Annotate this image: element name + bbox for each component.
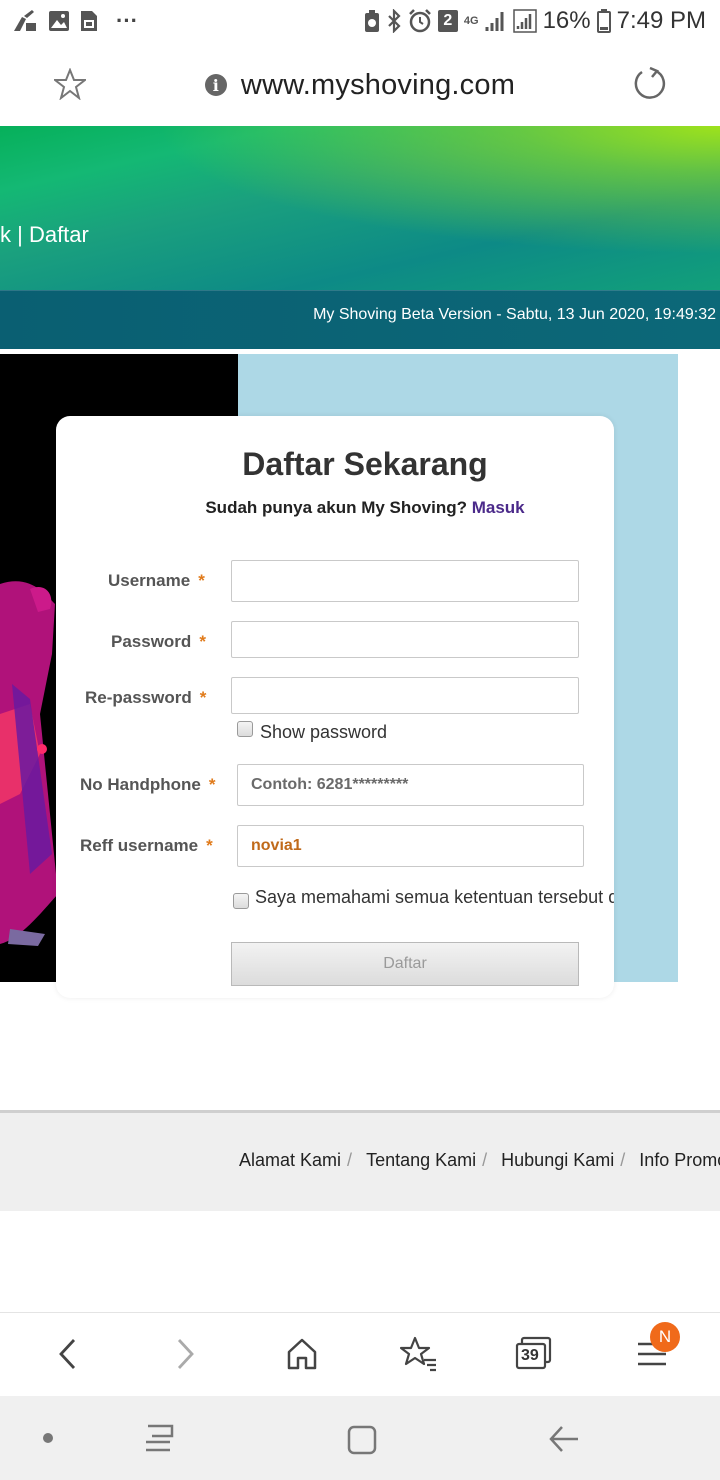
username-label-text: Username <box>108 571 191 590</box>
menu-badge: N <box>650 1322 680 1352</box>
alarm-icon <box>408 9 431 33</box>
status-left-icons: ··· <box>12 8 138 34</box>
url-text: www.myshoving.com <box>240 68 516 101</box>
system-navigation-bar <box>0 1396 720 1480</box>
battery-saver-icon <box>364 10 379 32</box>
back-icon[interactable] <box>48 1334 88 1374</box>
required-mark: * <box>206 836 213 855</box>
password-label-text: Password <box>111 632 192 651</box>
username-label: Username * <box>108 571 205 591</box>
battery-percent: 16% <box>542 7 591 34</box>
reff-label: Reff username * <box>80 836 213 856</box>
gallery-icon <box>49 11 69 31</box>
repassword-input[interactable] <box>231 677 579 714</box>
reff-input[interactable]: novia1 <box>237 825 584 867</box>
footer-links: Alamat Kami / Tentang Kami / Hubungi Kami / In… <box>239 1150 720 1171</box>
form-title: Daftar Sekarang <box>242 446 488 482</box>
cleaner-icon <box>14 10 36 31</box>
required-mark: * <box>198 571 205 590</box>
browser-toolbar <box>0 1312 720 1397</box>
password-input[interactable] <box>231 621 579 658</box>
form-subtitle: Sudah punya akun My Shoving? Masuk <box>56 498 674 518</box>
site-info-icon[interactable]: i <box>204 74 227 96</box>
footer-link-hubungi[interactable]: Hubungi Kami <box>501 1150 614 1170</box>
tabs-icon[interactable]: 39 <box>514 1334 554 1374</box>
password-label: Password * <box>111 632 206 652</box>
recents-icon[interactable] <box>144 1422 178 1454</box>
required-mark: * <box>199 688 207 707</box>
notification-count-icon: 2 <box>437 10 458 32</box>
footer-separator: / <box>482 1150 488 1170</box>
footer-link-tentang[interactable]: Tentang Kami <box>366 1150 476 1170</box>
phone-input[interactable]: Contoh: 6281********* <box>237 764 584 806</box>
battery-icon <box>596 9 611 33</box>
username-input[interactable] <box>231 560 579 602</box>
signal-2-icon <box>512 9 537 33</box>
subtitle-text: Sudah punya akun My Shoving? <box>205 498 467 517</box>
footer-separator: / <box>620 1150 626 1170</box>
home-icon[interactable] <box>282 1334 322 1374</box>
signal-icon <box>485 12 504 31</box>
network-type: 4G <box>463 14 479 27</box>
home-button-icon[interactable] <box>346 1424 378 1456</box>
status-bar: ··· 2 4G 16% 7:49 PM <box>0 0 720 44</box>
system-back-icon[interactable] <box>548 1424 580 1454</box>
phone-label: No Handphone * <box>80 775 216 795</box>
status-right: 2 4G 16% 7:49 PM <box>364 6 706 36</box>
reload-icon[interactable] <box>632 66 668 102</box>
submit-button[interactable]: Daftar <box>231 942 579 986</box>
tabs-count: 39 <box>521 1347 539 1364</box>
show-password-checkbox[interactable] <box>237 721 253 737</box>
assistant-dot-icon[interactable] <box>42 1432 54 1444</box>
address-field[interactable]: i www.myshoving.com <box>0 44 720 126</box>
terms-checkbox[interactable] <box>233 893 249 909</box>
footer-link-promo[interactable]: Info Promo <box>639 1150 720 1170</box>
forward-icon[interactable] <box>165 1334 205 1374</box>
phone-label-text: No Handphone <box>80 775 201 794</box>
reff-value: novia1 <box>251 837 302 854</box>
bookmarks-icon[interactable] <box>399 1334 439 1374</box>
required-mark: * <box>208 775 216 794</box>
terms-label[interactable]: Saya memahami semua ketentuan tersebut d… <box>255 887 614 908</box>
header-nav-links[interactable]: k | Daftar <box>0 222 89 248</box>
clock: 7:49 PM <box>616 7 706 34</box>
browser-url-bar: i www.myshoving.com <box>0 44 720 127</box>
bluetooth-icon <box>388 9 401 33</box>
login-link[interactable]: Masuk <box>472 498 525 517</box>
show-password-label[interactable]: Show password <box>260 722 387 743</box>
site-header-glow <box>0 126 720 290</box>
banner-text: My Shoving Beta Version - Sabtu, 13 Jun … <box>313 306 716 323</box>
footer-separator: / <box>347 1150 353 1170</box>
sim-icon <box>81 11 97 31</box>
footer-link-alamat[interactable]: Alamat Kami <box>239 1150 341 1170</box>
more-icon: ··· <box>116 8 138 33</box>
phone-placeholder: Contoh: 6281********* <box>251 776 409 793</box>
repassword-label-text: Re-password <box>85 688 192 707</box>
repassword-label: Re-password * <box>85 688 206 708</box>
reff-label-text: Reff username <box>80 836 199 855</box>
required-mark: * <box>199 632 206 651</box>
